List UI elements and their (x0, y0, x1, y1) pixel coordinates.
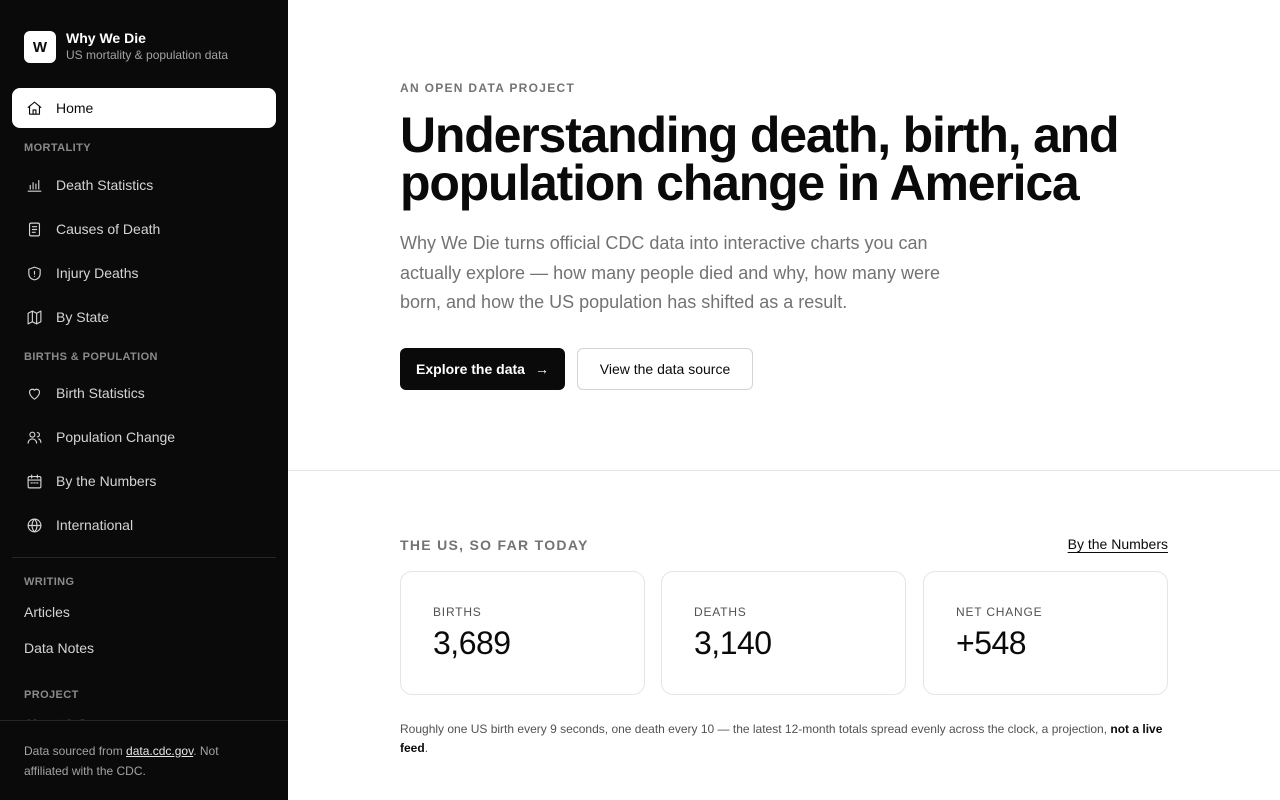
view-data-source-button[interactable]: View the data source (577, 348, 753, 390)
sidebar-divider (12, 557, 276, 558)
sidebar-footer: Data sourced from data.cdc.gov. Not affi… (0, 720, 288, 800)
page-title: Understanding death, birth, and populati… (400, 107, 1120, 211)
note-text: Roughly one US birth every 9 seconds, on… (400, 722, 1111, 736)
hero-description: Why We Die turns official CDC data into … (400, 233, 940, 312)
section-divider (288, 470, 1280, 471)
brand-title: Why We Die (66, 30, 146, 46)
sidebar-item-label: Birth Statistics (56, 385, 145, 401)
sidebar-item-label: Causes of Death (56, 221, 161, 237)
map-icon (24, 307, 44, 327)
sidebar-item-label: International (56, 517, 134, 533)
sidebar-item-label: Home (56, 100, 94, 116)
data-source-link[interactable]: data.cdc.gov (126, 744, 193, 758)
view-data-source-label: View the data source (599, 361, 731, 377)
sidebar-item-home[interactable]: Home (12, 88, 276, 128)
net-change-card: NET CHANGE +548 (923, 571, 1168, 695)
explore-data-label: Explore the data (416, 361, 525, 377)
deaths-card: DEATHS 3,140 (661, 571, 906, 695)
births-card: BIRTHS 3,689 (400, 571, 645, 695)
footer-prefix: Data sourced from (24, 744, 127, 758)
users-icon (24, 427, 44, 447)
sidebar-item-label: By State (56, 309, 109, 325)
sidebar-item-causes-of-death[interactable]: Causes of Death (12, 209, 276, 249)
arrow-right-icon: → (534, 361, 549, 377)
section-label-mortality: MORTALITY (24, 142, 91, 154)
shield-icon (24, 263, 44, 283)
bar-chart-icon (24, 175, 44, 195)
brand-subtitle: US mortality & population data (66, 48, 229, 62)
document-icon (24, 219, 44, 239)
sidebar-item-by-state[interactable]: By State (12, 297, 276, 337)
sidebar-item-data-notes[interactable]: Data Notes (24, 640, 94, 656)
sidebar-item-death-statistics[interactable]: Death Statistics (12, 165, 276, 205)
sidebar-item-label: Population Change (56, 429, 176, 445)
brand-logo: W (24, 31, 56, 63)
card-value: 3,689 (433, 625, 511, 661)
sidebar-item-label: By the Numbers (56, 473, 157, 489)
calendar-icon (24, 471, 44, 491)
sidebar-item-injury-deaths[interactable]: Injury Deaths (12, 253, 276, 293)
heart-icon (24, 383, 44, 403)
brand[interactable]: W Why We Die US mortality & population d… (24, 30, 228, 64)
card-label: DEATHS (694, 605, 747, 619)
card-label: NET CHANGE (956, 605, 1043, 619)
section-label-project: PROJECT (24, 689, 79, 701)
sidebar-item-international[interactable]: International (12, 505, 276, 545)
projection-note: Roughly one US birth every 9 seconds, on… (400, 720, 1170, 758)
note-end: . (424, 741, 429, 755)
card-value: +548 (956, 625, 1027, 661)
home-icon (24, 98, 44, 118)
sidebar-item-label: Death Statistics (56, 177, 154, 193)
sidebar-item-population-change[interactable]: Population Change (12, 417, 276, 457)
sidebar-item-articles[interactable]: Articles (24, 604, 70, 620)
section-label-writing: WRITING (24, 576, 75, 588)
card-label: BIRTHS (433, 605, 482, 619)
by-the-numbers-link[interactable]: By the Numbers (1068, 536, 1168, 552)
sidebar-item-label: Injury Deaths (56, 265, 139, 281)
sidebar-item-birth-statistics[interactable]: Birth Statistics (12, 373, 276, 413)
sidebar-item-by-the-numbers[interactable]: By the Numbers (12, 461, 276, 501)
main-content: AN OPEN DATA PROJECT Understanding death… (288, 0, 1280, 800)
card-value: 3,140 (694, 625, 772, 661)
explore-data-button[interactable]: Explore the data → (400, 348, 565, 390)
section-label-births: BIRTHS & POPULATION (24, 351, 158, 363)
today-section-label: THE US, SO FAR TODAY (400, 537, 589, 553)
globe-icon (24, 515, 44, 535)
sidebar: W Why We Die US mortality & population d… (0, 0, 288, 800)
hero-eyebrow: AN OPEN DATA PROJECT (400, 81, 576, 95)
